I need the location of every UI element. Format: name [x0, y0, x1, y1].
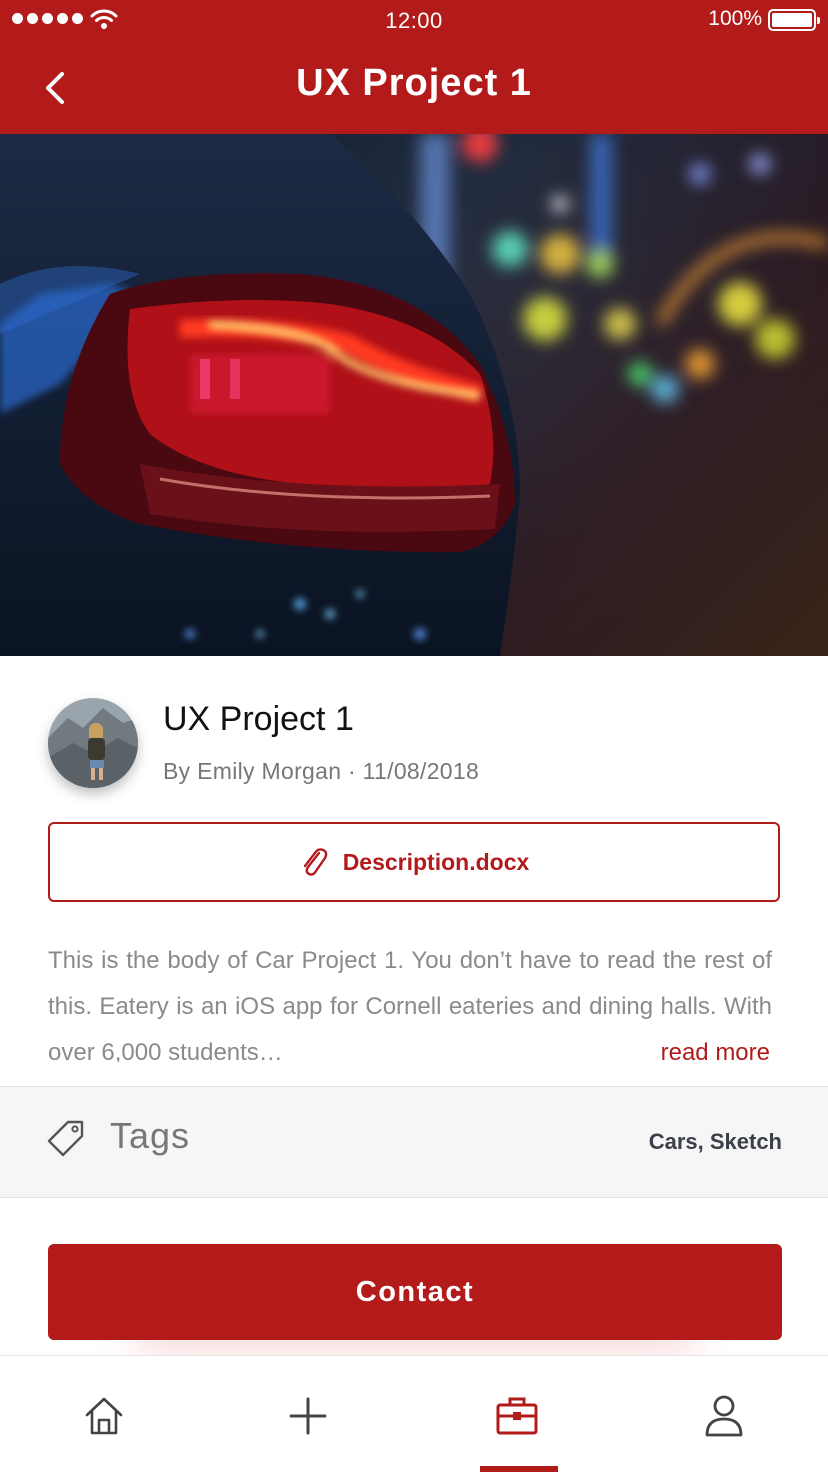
page-title: UX Project 1 [296, 62, 532, 104]
user-icon [705, 1395, 743, 1437]
paperclip-icon [303, 848, 328, 876]
top-bar: 12:00 100% UX Project 1 [0, 0, 828, 134]
status-bar: 12:00 100% [0, 0, 828, 40]
attachment-button[interactable]: Description.docx [48, 822, 780, 902]
project-byline: By Emily Morgan · 11/08/2018 [163, 758, 480, 784]
read-more-link[interactable]: read more [640, 1030, 770, 1076]
tab-bar [0, 1355, 828, 1472]
battery-percent: 100% [708, 7, 762, 30]
active-tab-indicator [480, 1466, 558, 1472]
tab-add[interactable] [278, 1386, 338, 1446]
tab-home[interactable] [74, 1386, 134, 1446]
briefcase-icon [496, 1397, 538, 1435]
project-title: UX Project 1 [163, 700, 354, 738]
home-icon [85, 1397, 123, 1435]
plus-icon [289, 1397, 327, 1435]
tags-row: Tags Cars, Sketch [0, 1086, 828, 1198]
project-cover-image [0, 134, 828, 656]
tag-icon [47, 1120, 84, 1157]
tags-label: Tags [110, 1115, 191, 1156]
attachment-filename: Description.docx [342, 848, 530, 875]
contact-button[interactable]: Contact [48, 1244, 782, 1340]
tags-value: Cars, Sketch [648, 1129, 782, 1154]
avatar[interactable] [48, 698, 138, 788]
status-time: 12:00 [385, 8, 443, 33]
tab-projects[interactable] [487, 1386, 547, 1446]
tab-profile[interactable] [694, 1386, 754, 1446]
battery-icon [768, 9, 820, 31]
